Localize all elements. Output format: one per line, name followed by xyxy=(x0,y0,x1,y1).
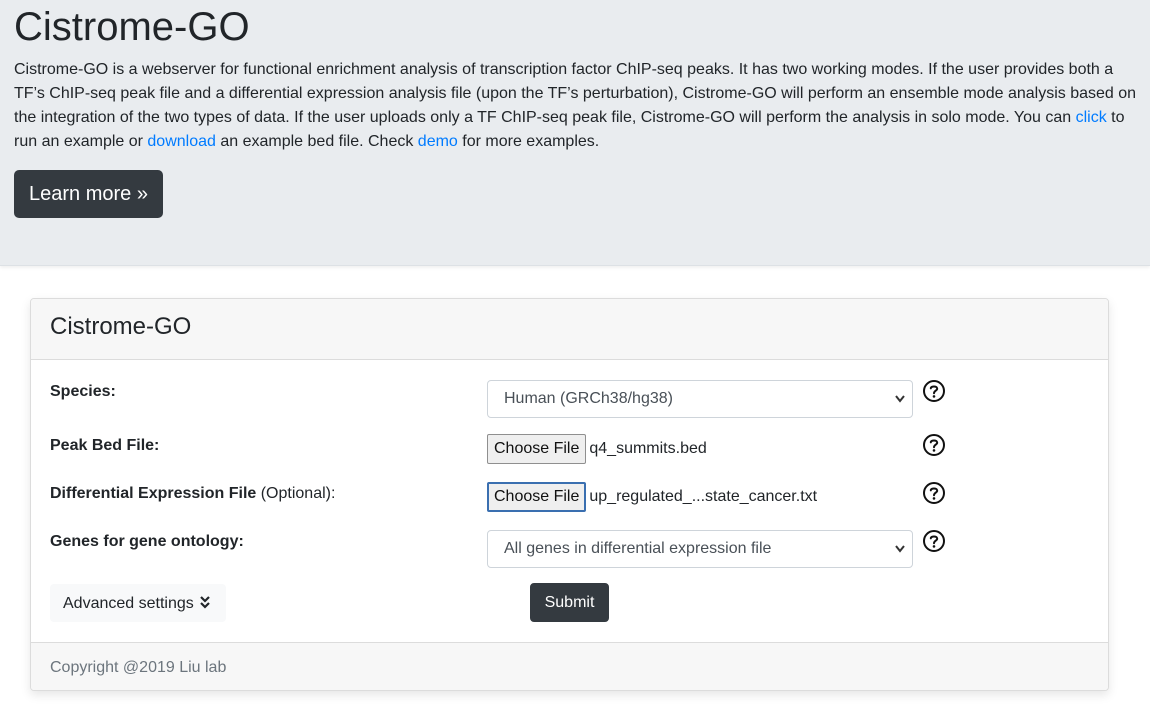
peak-file-name: q4_summits.bed xyxy=(589,440,707,457)
diff-choose-file-button[interactable]: Choose File xyxy=(487,482,587,512)
diff-expression-label: Differential Expression File (Optional): xyxy=(50,485,335,503)
diff-file-name: up_regulated_...state_cancer.txt xyxy=(589,488,818,505)
genes-help-question-circle-icon[interactable] xyxy=(922,529,946,553)
intro-text-3: an example bed file. Check xyxy=(215,133,418,150)
submit-button[interactable]: Submit xyxy=(530,583,609,622)
double-chevron-down-icon xyxy=(199,596,210,609)
chevron-down-icon xyxy=(894,531,906,581)
copyright-text: Copyright @2019 Liu lab xyxy=(50,659,227,676)
diff-expression-label-text: Differential Expression File xyxy=(50,485,257,502)
peak-bed-label: Peak Bed File: xyxy=(50,437,160,454)
species-help-question-circle-icon[interactable] xyxy=(922,379,946,403)
advanced-settings-label: Advanced settings xyxy=(63,595,194,612)
demo-link[interactable]: demo xyxy=(418,133,458,150)
peak-choose-file-button[interactable]: Choose File xyxy=(487,434,587,464)
genes-ontology-label: Genes for gene ontology: xyxy=(50,533,244,550)
genes-selected-value: All genes in differential expression fil… xyxy=(504,540,772,557)
species-select[interactable]: Human (GRCh38/hg38) xyxy=(487,380,913,418)
genes-ontology-select[interactable]: All genes in differential expression fil… xyxy=(487,530,913,568)
analysis-form-card: Cistrome-GO Species: Human (GRCh38/hg38)… xyxy=(30,298,1109,691)
species-label: Species: xyxy=(50,383,116,400)
jumbotron-header: Cistrome-GO Cistrome-GO is a webserver f… xyxy=(0,0,1150,266)
card-footer: Copyright @2019 Liu lab xyxy=(31,642,1108,690)
optional-tag: (Optional): xyxy=(256,485,336,502)
peak-help-question-circle-icon[interactable] xyxy=(922,433,946,457)
intro-description: Cistrome-GO is a webserver for functiona… xyxy=(14,58,1139,154)
intro-text-1: Cistrome-GO is a webserver for functiona… xyxy=(14,61,1137,126)
card-title: Cistrome-GO xyxy=(50,313,192,340)
intro-text-4: for more examples. xyxy=(457,133,600,150)
chevron-down-icon xyxy=(894,381,906,431)
page-title: Cistrome-GO xyxy=(14,5,250,49)
card-header: Cistrome-GO xyxy=(31,299,1108,360)
peak-bed-file-input[interactable]: Choose File q4_summits.bed xyxy=(487,434,707,464)
diff-expression-file-input[interactable]: Choose File up_regulated_...state_cancer.… xyxy=(487,482,817,512)
download-example-link[interactable]: download xyxy=(147,133,216,150)
species-selected-value: Human (GRCh38/hg38) xyxy=(504,390,673,407)
run-example-link[interactable]: click xyxy=(1076,109,1107,126)
advanced-settings-button[interactable]: Advanced settings xyxy=(50,584,226,622)
learn-more-button[interactable]: Learn more » xyxy=(14,170,163,218)
diff-help-question-circle-icon[interactable] xyxy=(922,481,946,505)
